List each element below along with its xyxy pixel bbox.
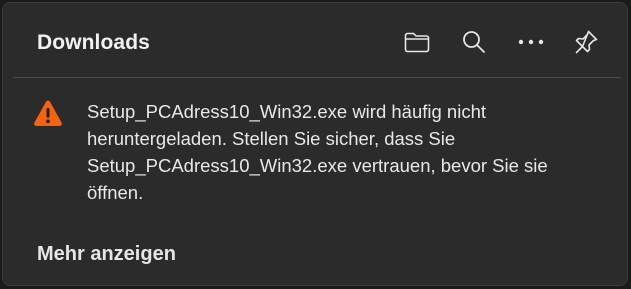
- downloads-panel: Downloads Setup_PCAdress10_Win32.exe wir…: [2, 2, 628, 286]
- panel-title: Downloads: [37, 31, 150, 54]
- warning-line: heruntergeladen. Stellen Sie sicher, das…: [87, 128, 456, 149]
- search-icon: [461, 29, 487, 55]
- header-divider: [13, 77, 621, 78]
- search-button[interactable]: [457, 25, 491, 59]
- pin-icon: [572, 28, 600, 56]
- show-more-link[interactable]: Mehr anzeigen: [37, 243, 176, 266]
- warning-message: Setup_PCAdress10_Win32.exe wird häufig n…: [87, 98, 607, 206]
- warning-line: Setup_PCAdress10_Win32.exe wird häufig n…: [87, 101, 487, 122]
- more-options-icon: [517, 38, 545, 46]
- panel-header: Downloads: [3, 3, 627, 77]
- folder-icon: [403, 30, 431, 54]
- open-folder-button[interactable]: [400, 25, 434, 59]
- more-options-button[interactable]: [514, 25, 548, 59]
- warning-icon: [33, 99, 63, 127]
- warning-line: Setup_PCAdress10_Win32.exe vertrauen, be…: [87, 155, 548, 176]
- warning-line: öffnen.: [87, 182, 144, 203]
- pin-button[interactable]: [569, 25, 603, 59]
